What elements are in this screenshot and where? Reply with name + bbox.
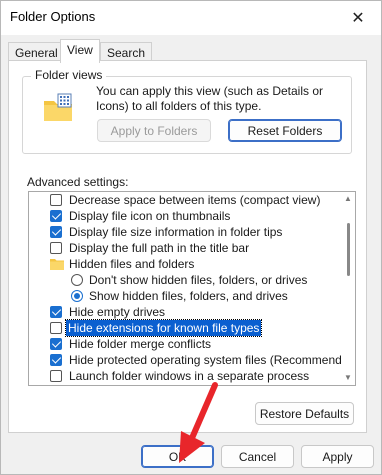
list-item[interactable]: Show hidden files, folders, and drives — [29, 288, 339, 304]
list-item-label: Decrease space between items (compact vi… — [69, 193, 321, 207]
list-item[interactable]: Hide empty drives — [29, 304, 339, 320]
folder-options-window: Folder Options ✕ General View Search Fol… — [0, 0, 382, 475]
list-item-label: Hide empty drives — [69, 305, 166, 319]
radio-button[interactable] — [71, 274, 83, 286]
list-item-label: Display the full path in the title bar — [69, 241, 250, 255]
list-item[interactable]: Display file icon on thumbnails — [29, 208, 339, 224]
list-item-selected[interactable]: Hide extensions for known file types — [29, 319, 339, 337]
list-item-label: Display file size information in folder … — [69, 225, 283, 239]
list-item-label: Hidden files and folders — [69, 257, 195, 271]
tab-general[interactable]: General — [8, 42, 65, 62]
list-item[interactable]: Decrease space between items (compact vi… — [29, 192, 339, 208]
tab-view[interactable]: View — [60, 39, 100, 63]
apply-button[interactable]: Apply — [301, 445, 374, 468]
list-item-label: Hide extensions for known file types — [64, 319, 263, 337]
close-icon: ✕ — [351, 10, 365, 27]
folder-icon — [50, 259, 64, 270]
radio-button[interactable] — [71, 290, 83, 302]
list-item[interactable]: Don't show hidden files, folders, or dri… — [29, 272, 339, 288]
list-item-label: Hide protected operating system files (R… — [69, 353, 356, 367]
list-item-label: Display file icon on thumbnails — [69, 209, 231, 223]
folder-views-label: Folder views — [31, 68, 107, 82]
list-item[interactable]: Display the full path in the title bar — [29, 240, 339, 256]
folder-views-description: You can apply this view (such as Details… — [96, 84, 324, 113]
checkbox[interactable] — [50, 338, 62, 350]
checkbox[interactable] — [50, 306, 62, 318]
list-item-label: Hide folder merge conflicts — [69, 337, 212, 351]
checkbox[interactable] — [50, 210, 62, 222]
checkbox[interactable] — [50, 194, 62, 206]
list-item[interactable]: Display file size information in folder … — [29, 224, 339, 240]
checkbox[interactable] — [50, 226, 62, 238]
list-item-label: Don't show hidden files, folders, or dri… — [89, 273, 308, 287]
folder-views-icon — [44, 93, 72, 121]
restore-defaults-button[interactable]: Restore Defaults — [255, 402, 354, 425]
scroll-down-arrow-icon[interactable]: ▼ — [344, 373, 352, 382]
close-button[interactable]: ✕ — [335, 1, 381, 35]
apply-to-folders-button[interactable]: Apply to Folders — [97, 119, 211, 142]
scroll-up-arrow-icon[interactable]: ▲ — [344, 194, 352, 203]
checkbox[interactable] — [50, 354, 62, 366]
advanced-settings-label: Advanced settings: — [27, 175, 129, 189]
list-item: Hidden files and folders — [29, 256, 339, 272]
checkbox[interactable] — [50, 370, 62, 382]
annotation-arrow-icon — [179, 382, 218, 463]
list-item[interactable]: Hide folder merge conflicts — [29, 336, 339, 352]
advanced-settings-list[interactable]: Decrease space between items (compact vi… — [28, 191, 356, 386]
list-item[interactable]: Hide protected operating system files (R… — [29, 352, 355, 368]
reset-folders-button[interactable]: Reset Folders — [228, 119, 342, 142]
checkbox[interactable] — [50, 242, 62, 254]
scrollbar-thumb[interactable] — [347, 223, 350, 276]
tab-search[interactable]: Search — [100, 42, 153, 62]
scrollbar[interactable]: ▲ ▼ — [341, 192, 355, 385]
window-title: Folder Options — [10, 9, 96, 24]
list-item-label: Show hidden files, folders, and drives — [89, 289, 288, 303]
title-bar: Folder Options ✕ — [1, 1, 381, 35]
checkbox[interactable] — [50, 322, 62, 334]
cancel-button[interactable]: Cancel — [221, 445, 294, 468]
